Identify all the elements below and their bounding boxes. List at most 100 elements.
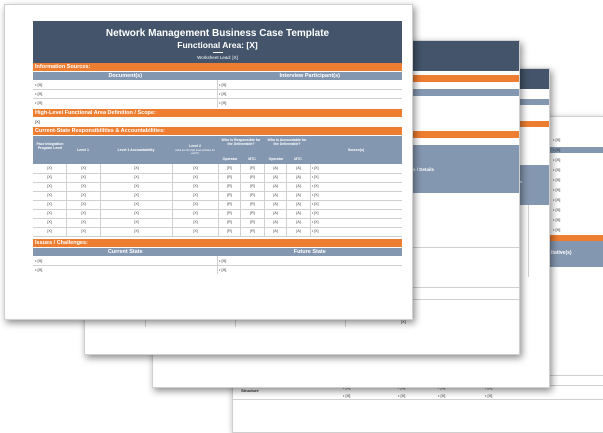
table-cell: • [X] (312, 166, 319, 170)
table-cell: [X] (47, 220, 52, 224)
back4-itative-label: itative(s) (551, 250, 572, 256)
col-acc-mtc: MTC (294, 157, 302, 161)
responsibilities-heading: Current-State Responsibilities & Account… (33, 127, 402, 135)
col-resp-operator: Operator (222, 157, 238, 161)
table-cell: [X] (193, 184, 198, 188)
table-cell: [X] (47, 229, 52, 233)
table-cell: [R] (250, 166, 255, 170)
table-cell: [R] (250, 229, 255, 233)
table-cell: [R] (227, 211, 232, 215)
table-cell: • [X] (312, 220, 319, 224)
table-cell: [X] (193, 229, 198, 233)
table-cell: [X] (81, 211, 86, 215)
table-cell: [R] (227, 229, 232, 233)
info-sources-subheader: Document(s) Interview Participant(s) (33, 72, 402, 80)
table-cell: • [X] (312, 229, 319, 233)
documents-label: Document(s) (108, 73, 143, 79)
table-cell: [X] (81, 175, 86, 179)
col-responsible: Who is Responsible for the Deliverable? (221, 138, 261, 146)
table-cell: [X] (193, 202, 198, 206)
table-cell: [X] (134, 193, 139, 197)
table-cell: [X] (47, 166, 52, 170)
col-level1: Level 1 (77, 148, 89, 152)
table-cell: [R] (250, 220, 255, 224)
table-cell: [A] (273, 229, 278, 233)
col-acc-operator: Operator (268, 157, 284, 161)
table-cell: [A] (296, 175, 301, 179)
table-cell: [R] (250, 211, 255, 215)
scope-heading: High-Level Functional Area Definition / … (33, 109, 402, 117)
table-cell: [A] (273, 220, 278, 224)
table-cell: [X] (134, 202, 139, 206)
table-cell: [A] (273, 175, 278, 179)
table-cell: [X] (47, 202, 52, 206)
table-cell: [A] (273, 184, 278, 188)
worksheet-lead: Worksheet Lead: [X] (197, 55, 238, 60)
table-cell: • [X] (312, 175, 319, 179)
table-cell: [X] (193, 193, 198, 197)
table-cell: [X] (47, 184, 52, 188)
table-cell: [A] (296, 193, 301, 197)
col-face: Face Integration Program Level (36, 142, 64, 150)
table-cell: [X] (193, 211, 198, 215)
table-cell: [X] (193, 220, 198, 224)
info-sources-heading: Information Sources: (33, 63, 402, 71)
table-cell: [X] (81, 193, 86, 197)
table-cell: [A] (296, 229, 301, 233)
col-resp-mtc: MTC (248, 157, 256, 161)
table-cell: [X] (193, 175, 198, 179)
table-cell: [R] (227, 184, 232, 188)
table-cell: [X] (134, 166, 139, 170)
front-document-page: Network Management Business Case Templat… (4, 4, 413, 320)
table-row: [X] [X] [X] [X] [R] [R] [A] [A] • [X] (33, 227, 402, 237)
col-level2-note: (what are the high level activities for … (175, 149, 215, 155)
table-cell: [X] (134, 220, 139, 224)
table-cell: • [X] (312, 211, 319, 215)
table-cell: [X] (134, 229, 139, 233)
table-cell: [X] (81, 229, 86, 233)
table-cell: [R] (227, 220, 232, 224)
future-state-label: Future State (293, 249, 326, 255)
table-cell: [A] (273, 202, 278, 206)
responsibilities-rows: [X] [X] [X] [X] [R] [R] [A] [A] • [X] [X] [X] [X] [X… (33, 164, 402, 237)
table-cell: [R] (227, 166, 232, 170)
table-cell: [A] (296, 220, 301, 224)
table-cell: [A] (273, 166, 278, 170)
table-cell: [R] (250, 175, 255, 179)
table-cell: [R] (250, 184, 255, 188)
col-sources: Source(s) (347, 148, 365, 152)
table-cell: • [X] (312, 184, 319, 188)
scope-value: [X] (35, 119, 40, 124)
table-cell: [A] (296, 211, 301, 215)
doc-title: Network Management Business Case Templat… (105, 28, 330, 39)
table-cell: [A] (296, 166, 301, 170)
doc-subtitle: Functional Area: [X] (177, 40, 258, 50)
table-cell: [R] (227, 175, 232, 179)
col-level1-acc: Level 1 Accountability (117, 148, 155, 152)
table-cell: [X] (81, 166, 86, 170)
back4-structure-label: Structure (241, 388, 259, 393)
table-cell: [A] (296, 202, 301, 206)
table-cell: [X] (47, 193, 52, 197)
table-cell: [X] (81, 202, 86, 206)
table-cell: • [X] (312, 193, 319, 197)
table-cell: [A] (273, 193, 278, 197)
responsibilities-table-header: Face Integration Program Level Level 1 L… (33, 136, 402, 164)
table-cell: [X] (193, 166, 198, 170)
issues-heading: Issues / Challenges: (33, 239, 402, 247)
table-cell: [X] (134, 211, 139, 215)
title-header: Network Management Business Case Templat… (33, 21, 402, 63)
table-cell: [A] (273, 211, 278, 215)
interviews-label: Interview Participant(s) (279, 73, 341, 79)
table-cell: [X] (47, 175, 52, 179)
table-cell: • [X] (312, 202, 319, 206)
table-cell: [X] (47, 211, 52, 215)
table-cell: [R] (250, 193, 255, 197)
col-accountable: Who is Accountable for the Deliverable? (267, 138, 307, 146)
col-level2: Level 2 (189, 144, 201, 148)
table-cell: [X] (134, 175, 139, 179)
current-state-label: Current State (107, 249, 143, 255)
table-cell: [R] (227, 202, 232, 206)
table-cell: [X] (134, 184, 139, 188)
table-cell: [R] (250, 202, 255, 206)
